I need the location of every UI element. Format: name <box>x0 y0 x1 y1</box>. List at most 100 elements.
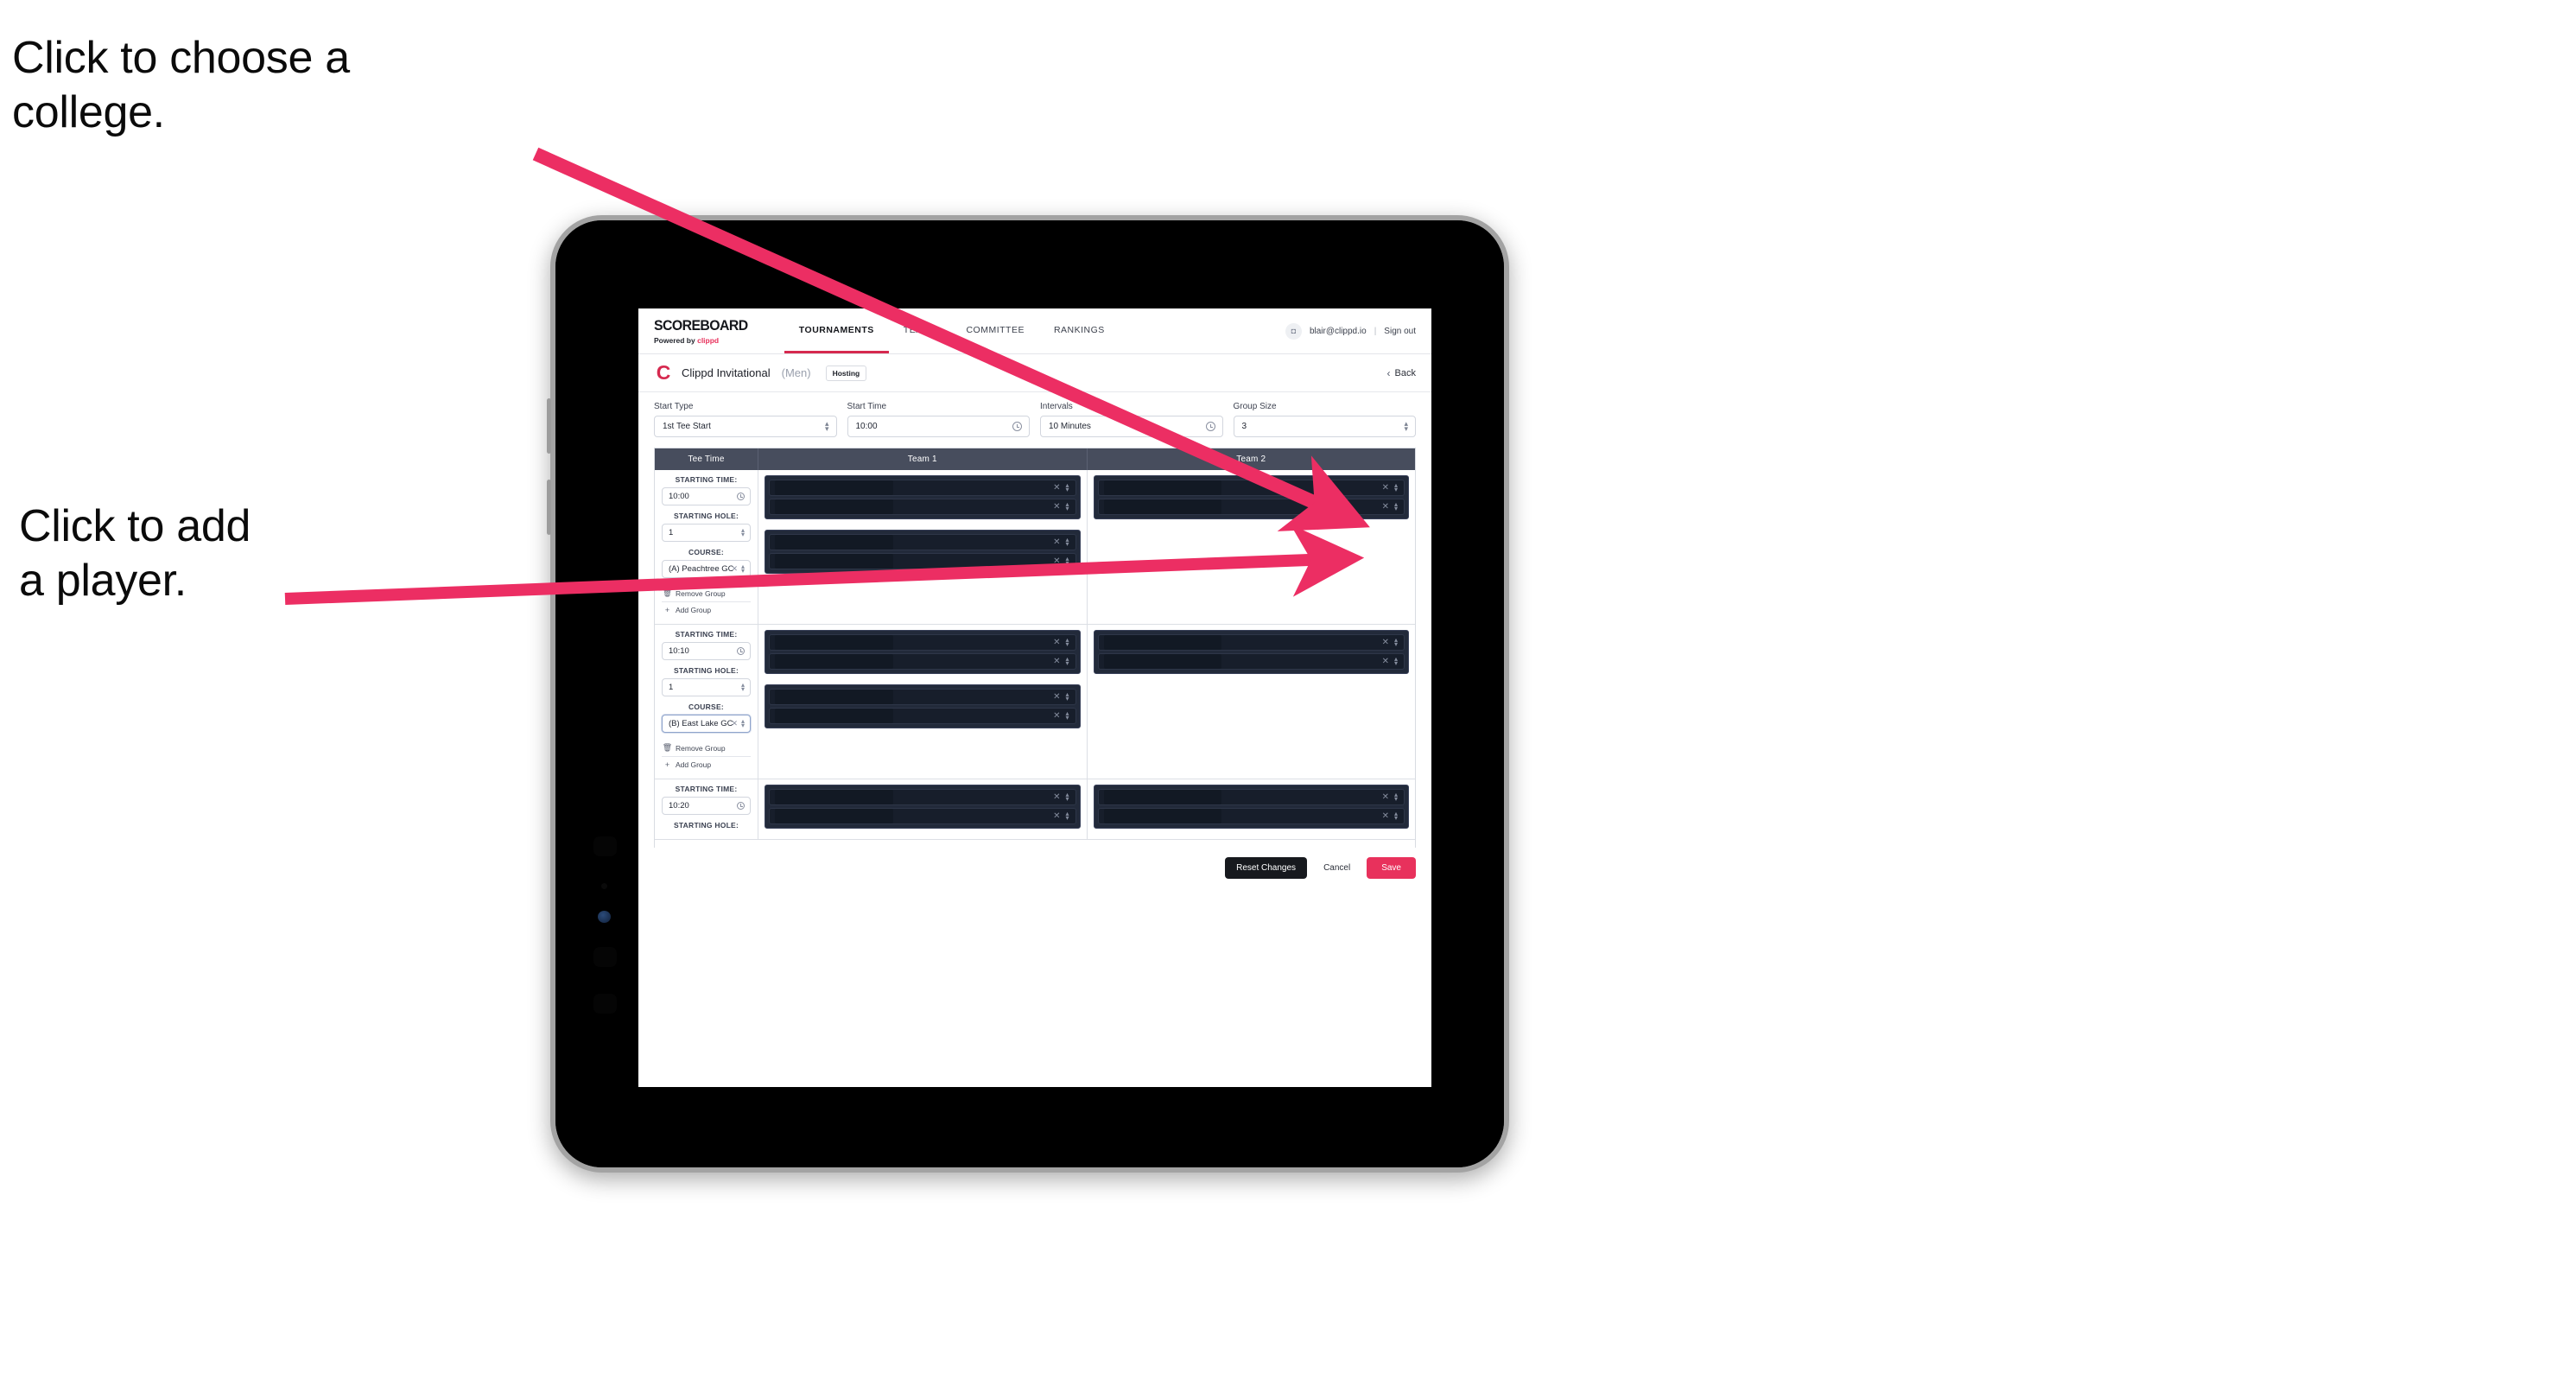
player-slot[interactable]: ✕ ▴ ▾ <box>769 553 1076 569</box>
player-slot[interactable]: ✕ ▴ ▾ <box>1097 499 1405 515</box>
sign-out-link[interactable]: Sign out <box>1384 327 1416 336</box>
clear-icon[interactable]: ✕ <box>1382 811 1389 821</box>
starting-hole-input[interactable]: 1 ▴ ▾ <box>662 524 751 542</box>
starting-time-input[interactable]: 10:00 <box>662 487 751 505</box>
back-button[interactable]: ‹ Back <box>1387 367 1416 379</box>
player-slot[interactable]: ✕ ▴ ▾ <box>1097 653 1405 670</box>
player-group[interactable]: ✕ ▴ ▾ ✕ ▴ ▾ <box>765 530 1081 574</box>
clear-icon[interactable]: ✕ <box>1382 657 1389 666</box>
player-slot[interactable]: ✕ ▴ ▾ <box>1097 808 1405 824</box>
player-slot[interactable]: ✕ ▴ ▾ <box>769 808 1076 824</box>
player-slot[interactable]: ✕ ▴ ▾ <box>769 634 1076 651</box>
dock-app-icon-1[interactable] <box>593 836 617 856</box>
clear-icon[interactable]: ✕ <box>731 719 738 728</box>
dock-app-icon-2[interactable] <box>601 883 607 889</box>
clock-icon[interactable] <box>1012 422 1022 431</box>
brand-logo[interactable]: SCOREBOARD Powered by clippd <box>654 308 784 353</box>
chevron-updown-icon[interactable]: ▴ ▾ <box>1065 810 1069 820</box>
clock-icon[interactable] <box>736 801 745 811</box>
clock-icon[interactable] <box>1205 422 1215 431</box>
player-group[interactable]: ✕ ▴ ▾ ✕ ▴ ▾ <box>1093 475 1409 519</box>
chevron-updown-icon[interactable]: ▴ ▾ <box>1394 636 1398 646</box>
chevron-updown-icon[interactable]: ▴ ▾ <box>1065 481 1069 492</box>
chevron-updown-icon[interactable]: ▴ ▾ <box>1394 481 1398 492</box>
clear-icon[interactable]: ✕ <box>1382 792 1389 802</box>
starting-time-input[interactable]: 10:20 <box>662 797 751 815</box>
player-slot[interactable]: ✕ ▴ ▾ <box>769 480 1076 496</box>
clear-icon[interactable]: ✕ <box>1053 711 1060 721</box>
clear-icon[interactable]: ✕ <box>1382 502 1389 512</box>
chevron-updown-icon[interactable]: ▴ ▾ <box>1065 791 1069 801</box>
spinner-icon[interactable]: ▴ ▾ <box>741 563 745 573</box>
player-group[interactable]: ✕ ▴ ▾ ✕ ▴ ▾ <box>1093 785 1409 829</box>
clear-icon[interactable]: ✕ <box>1053 483 1060 493</box>
player-group[interactable]: ✕ ▴ ▾ ✕ ▴ ▾ <box>765 684 1081 728</box>
player-slot[interactable]: ✕ ▴ ▾ <box>769 653 1076 670</box>
spinner-icon[interactable]: ▴ ▾ <box>741 526 745 537</box>
nav-link-tournaments[interactable]: TOURNAMENTS <box>784 308 889 353</box>
player-group[interactable]: ✕ ▴ ▾ ✕ ▴ ▾ <box>765 475 1081 519</box>
dock-app-icon-4[interactable] <box>593 947 617 967</box>
chevron-updown-icon[interactable]: ▴ ▾ <box>1065 500 1069 511</box>
remove-group-button[interactable]: 🗑 Remove Group <box>662 585 751 602</box>
start-time-input[interactable]: 10:00 <box>847 416 1030 437</box>
avatar[interactable]: ◘ <box>1285 322 1302 340</box>
chevron-updown-icon[interactable]: ▴ ▾ <box>1065 690 1069 701</box>
course-select[interactable]: (B) East Lake GC ✕ ▴ ▾ <box>662 715 751 733</box>
dock-app-icon-3[interactable] <box>598 911 611 923</box>
chevron-updown-icon[interactable]: ▴ ▾ <box>1065 709 1069 720</box>
player-slot[interactable]: ✕ ▴ ▾ <box>769 708 1076 724</box>
start-type-select[interactable]: 1st Tee Start ▴ ▾ <box>654 416 837 437</box>
clear-icon[interactable]: ✕ <box>1053 692 1060 702</box>
spinner-icon[interactable]: ▴ ▾ <box>1404 419 1408 432</box>
cancel-button[interactable]: Cancel <box>1318 857 1355 879</box>
player-slot[interactable]: ✕ ▴ ▾ <box>1097 634 1405 651</box>
group-size-select[interactable]: 3 ▴ ▾ <box>1233 416 1416 437</box>
starting-hole-input[interactable]: 1 ▴ ▾ <box>662 678 751 696</box>
nav-link-committee[interactable]: COMMITTEE <box>951 308 1039 353</box>
nav-link-rankings[interactable]: RANKINGS <box>1039 308 1120 353</box>
reset-changes-button[interactable]: Reset Changes <box>1225 857 1308 879</box>
player-group[interactable]: ✕ ▴ ▾ ✕ ▴ ▾ <box>1093 630 1409 674</box>
table-body[interactable]: STARTING TIME: 10:00 STARTING HOLE: 1 ▴ ▾ COUR… <box>655 470 1415 848</box>
clear-icon[interactable]: ✕ <box>1053 556 1060 566</box>
player-group[interactable]: ✕ ▴ ▾ ✕ ▴ ▾ <box>765 630 1081 674</box>
chevron-updown-icon[interactable]: ▴ ▾ <box>1394 655 1398 665</box>
chevron-updown-icon[interactable]: ▴ ▾ <box>1065 536 1069 546</box>
clear-icon[interactable]: ✕ <box>1053 638 1060 647</box>
clear-icon[interactable]: ✕ <box>1382 483 1389 493</box>
course-select[interactable]: (A) Peachtree GC ✕ ▴ ▾ <box>662 560 751 578</box>
spinner-icon[interactable]: ▴ ▾ <box>741 681 745 691</box>
remove-group-button[interactable]: 🗑 Remove Group <box>662 740 751 757</box>
player-slot[interactable]: ✕ ▴ ▾ <box>769 534 1076 550</box>
player-slot[interactable]: ✕ ▴ ▾ <box>769 499 1076 515</box>
chevron-updown-icon[interactable]: ▴ ▾ <box>1065 555 1069 565</box>
chevron-updown-icon[interactable]: ▴ ▾ <box>1065 636 1069 646</box>
chevron-updown-icon[interactable]: ▴ ▾ <box>1394 500 1398 511</box>
clear-icon[interactable]: ✕ <box>1053 811 1060 821</box>
clear-icon[interactable]: ✕ <box>1053 537 1060 547</box>
clear-icon[interactable]: ✕ <box>1053 792 1060 802</box>
save-button[interactable]: Save <box>1367 857 1416 879</box>
spinner-icon[interactable]: ▴ ▾ <box>741 717 745 728</box>
player-slot[interactable]: ✕ ▴ ▾ <box>1097 480 1405 496</box>
player-slot[interactable]: ✕ ▴ ▾ <box>1097 789 1405 805</box>
chevron-updown-icon[interactable]: ▴ ▾ <box>1394 810 1398 820</box>
spinner-icon[interactable]: ▴ ▾ <box>825 419 829 432</box>
clock-icon[interactable] <box>736 492 745 501</box>
clear-icon[interactable]: ✕ <box>731 564 738 574</box>
nav-link-teams[interactable]: TEAMS <box>889 308 952 353</box>
intervals-input[interactable]: 10 Minutes <box>1040 416 1223 437</box>
player-slot[interactable]: ✕ ▴ ▾ <box>769 789 1076 805</box>
player-slot[interactable]: ✕ ▴ ▾ <box>769 689 1076 705</box>
add-group-button[interactable]: + Add Group <box>662 757 751 772</box>
dock-app-icon-5[interactable] <box>593 994 617 1014</box>
player-group[interactable]: ✕ ▴ ▾ ✕ ▴ ▾ <box>765 785 1081 829</box>
chevron-updown-icon[interactable]: ▴ ▾ <box>1065 655 1069 665</box>
clear-icon[interactable]: ✕ <box>1382 638 1389 647</box>
chevron-updown-icon[interactable]: ▴ ▾ <box>1394 791 1398 801</box>
starting-time-input[interactable]: 10:10 <box>662 642 751 660</box>
clock-icon[interactable] <box>736 646 745 656</box>
clear-icon[interactable]: ✕ <box>1053 657 1060 666</box>
clear-icon[interactable]: ✕ <box>1053 502 1060 512</box>
